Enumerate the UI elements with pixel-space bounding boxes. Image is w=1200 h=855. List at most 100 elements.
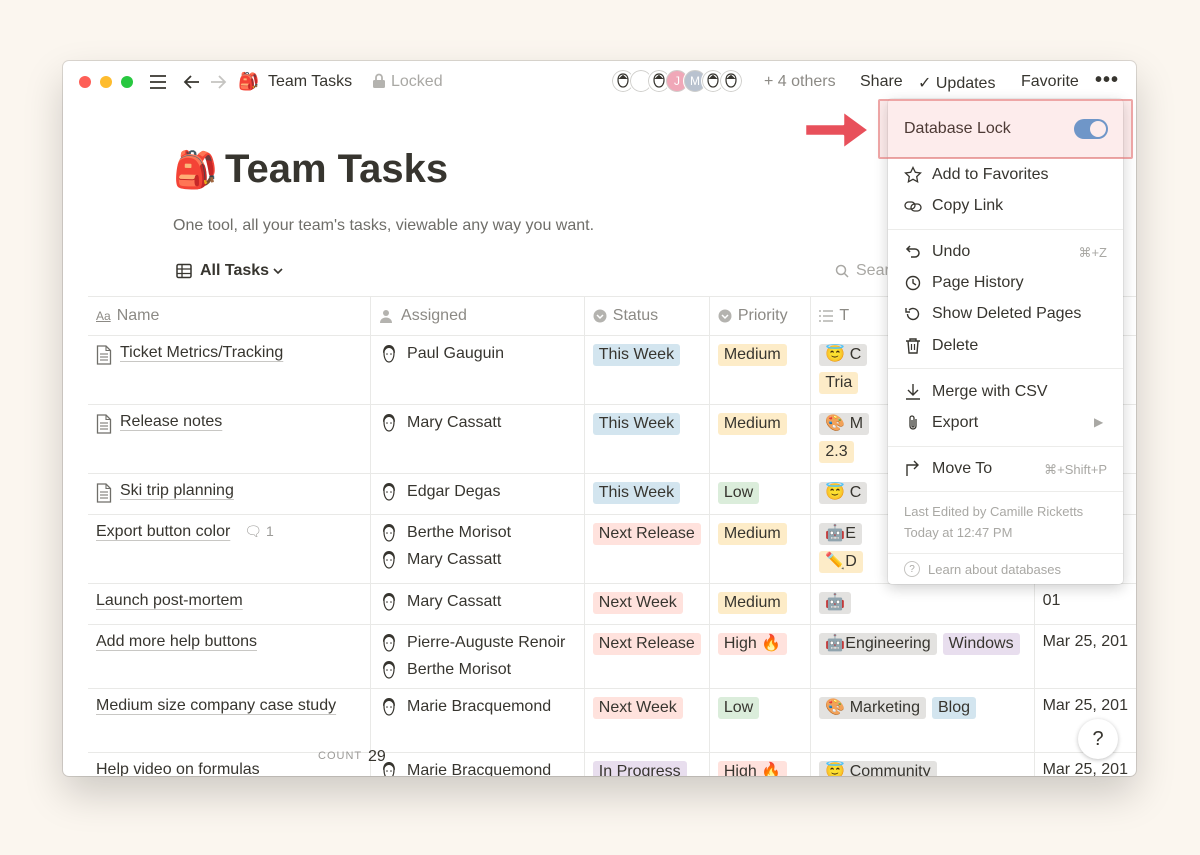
priority-cell[interactable]: High 🔥 <box>709 752 812 776</box>
priority-cell[interactable]: Medium <box>709 404 812 474</box>
share-button[interactable]: Share <box>860 73 903 91</box>
tag-chip[interactable]: 2.3 <box>819 441 854 463</box>
tag-chip[interactable]: 😇 C <box>819 482 868 504</box>
menu-merge-csv[interactable]: Merge with CSV <box>904 380 1048 404</box>
priority-badge[interactable]: Low <box>717 482 760 504</box>
status-cell[interactable]: This Week <box>584 335 710 405</box>
minimize-window-button[interactable] <box>100 76 112 88</box>
menu-move-to[interactable]: Move To <box>904 457 992 481</box>
priority-badge[interactable]: Low <box>717 697 760 719</box>
help-button[interactable]: ? <box>1078 719 1118 759</box>
name-cell[interactable]: Add more help buttons <box>88 624 372 689</box>
name-cell[interactable]: Ski trip planning <box>88 473 372 515</box>
task-name[interactable]: Ticket Metrics/Tracking <box>120 344 283 362</box>
task-name[interactable]: Ski trip planning <box>120 482 234 500</box>
name-cell[interactable]: Medium size company case study <box>88 688 372 753</box>
collaborator-avatar[interactable] <box>719 69 743 93</box>
assigned-cell[interactable]: Pierre-Auguste Renoir Berthe Morisot <box>370 624 585 689</box>
menu-add-favorites[interactable]: Add to Favorites <box>904 163 1049 187</box>
priority-badge[interactable]: Medium <box>717 344 787 366</box>
tag-chip[interactable]: 🎨 M <box>819 413 870 435</box>
assigned-cell[interactable]: Marie Bracquemond <box>370 688 585 753</box>
priority-cell[interactable]: Medium <box>709 514 812 584</box>
tag-chip[interactable]: Tria <box>819 372 859 394</box>
status-cell[interactable]: Next Week <box>584 688 710 753</box>
updates-button[interactable]: ✓ Updates <box>918 73 995 93</box>
assignee[interactable]: Berthe Morisot <box>379 656 576 683</box>
name-cell[interactable]: Ticket Metrics/Tracking <box>88 335 372 405</box>
assignee[interactable]: Mary Cassatt <box>379 546 576 573</box>
date-cell[interactable]: Mar 25, 201 <box>1034 752 1136 776</box>
menu-learn-databases[interactable]: ? Learn about databases <box>904 561 1061 577</box>
task-name[interactable]: Medium size company case study <box>96 697 336 715</box>
status-badge[interactable]: Next Release <box>592 633 701 655</box>
priority-badge[interactable]: Medium <box>717 523 787 545</box>
close-window-button[interactable] <box>79 76 91 88</box>
priority-cell[interactable]: Low <box>709 473 812 515</box>
assignee[interactable]: Berthe Morisot <box>379 519 576 546</box>
priority-badge[interactable]: Medium <box>717 592 787 614</box>
task-name[interactable]: Export button color <box>96 523 230 541</box>
assigned-cell[interactable]: Paul Gauguin <box>370 335 585 405</box>
status-cell[interactable]: Next Release <box>584 514 710 584</box>
search-input[interactable]: Sear <box>856 262 890 280</box>
tag-chip[interactable]: 😇 Community <box>819 761 937 776</box>
zoom-window-button[interactable] <box>121 76 133 88</box>
favorite-button[interactable]: Favorite <box>1021 73 1079 91</box>
priority-cell[interactable]: High 🔥 <box>709 624 812 689</box>
assignee[interactable]: Pierre-Auguste Renoir <box>379 629 576 656</box>
status-cell[interactable]: This Week <box>584 473 710 515</box>
table-row[interactable]: Launch post-mortem Mary Cassatt Next Week M… <box>88 583 1136 625</box>
table-row[interactable]: Add more help buttons Pierre-Auguste Reno… <box>88 624 1136 689</box>
tags-cell[interactable]: 🎨 Marketing Blog <box>810 688 1035 753</box>
assigned-cell[interactable]: Edgar Degas <box>370 473 585 515</box>
status-cell[interactable]: Next Release <box>584 624 710 689</box>
column-priority[interactable]: Priority <box>709 296 812 336</box>
menu-export[interactable]: Export <box>904 411 978 435</box>
status-badge[interactable]: This Week <box>592 344 681 366</box>
assigned-cell[interactable]: Marie Bracquemond <box>370 752 585 776</box>
tag-chip[interactable]: Blog <box>931 697 976 719</box>
task-name[interactable]: Launch post-mortem <box>96 592 243 610</box>
task-name[interactable]: Release notes <box>120 413 222 431</box>
status-cell[interactable]: This Week <box>584 404 710 474</box>
date-cell[interactable]: Mar 25, 201 <box>1034 624 1136 689</box>
comment-count[interactable]: 🗨 1 <box>244 523 273 540</box>
assigned-cell[interactable]: Mary Cassatt <box>370 583 585 625</box>
name-cell[interactable]: Launch post-mortem <box>88 583 372 625</box>
name-cell[interactable]: Release notes <box>88 404 372 474</box>
column-status[interactable]: Status <box>584 296 710 336</box>
menu-show-deleted[interactable]: Show Deleted Pages <box>904 302 1081 326</box>
priority-badge[interactable]: Medium <box>717 413 787 435</box>
status-badge[interactable]: In Progress <box>592 761 687 776</box>
priority-cell[interactable]: Medium <box>709 335 812 405</box>
assignee[interactable]: Marie Bracquemond <box>379 757 576 776</box>
more-options-button[interactable]: ••• <box>1095 69 1119 92</box>
tag-chip[interactable]: 😇 C <box>819 344 868 366</box>
hamburger-menu-icon[interactable] <box>149 73 167 91</box>
tag-chip[interactable]: ✏️D <box>819 551 863 573</box>
tags-cell[interactable]: 😇 Community <box>810 752 1035 776</box>
menu-copy-link[interactable]: Copy Link <box>904 194 1003 218</box>
status-badge[interactable]: Next Release <box>592 523 701 545</box>
assignee[interactable]: Edgar Degas <box>379 478 576 505</box>
date-cell[interactable]: 01 <box>1034 583 1136 625</box>
tags-cell[interactable]: 🤖 <box>810 583 1035 625</box>
task-name[interactable]: Help video on formulas <box>96 761 260 776</box>
name-cell[interactable]: Export button color 🗨 1 <box>88 514 372 584</box>
assignee[interactable]: Mary Cassatt <box>379 588 576 615</box>
page-icon[interactable]: 🎒 <box>173 149 218 191</box>
forward-arrow-icon[interactable] <box>209 73 227 91</box>
back-arrow-icon[interactable] <box>183 73 201 91</box>
breadcrumb-title[interactable]: Team Tasks <box>268 73 352 91</box>
status-cell[interactable]: Next Week <box>584 583 710 625</box>
tags-cell[interactable]: 🤖Engineering Windows <box>810 624 1035 689</box>
priority-badge[interactable]: High 🔥 <box>717 761 788 776</box>
tag-chip[interactable]: 🤖 <box>819 592 852 614</box>
menu-page-history[interactable]: Page History <box>904 271 1024 295</box>
tag-chip[interactable]: 🤖E <box>819 523 862 545</box>
table-row[interactable]: Medium size company case study Marie Brac… <box>88 688 1136 753</box>
menu-delete[interactable]: Delete <box>904 334 978 358</box>
column-name[interactable]: Aa Name <box>88 296 372 336</box>
priority-badge[interactable]: High 🔥 <box>717 633 788 655</box>
